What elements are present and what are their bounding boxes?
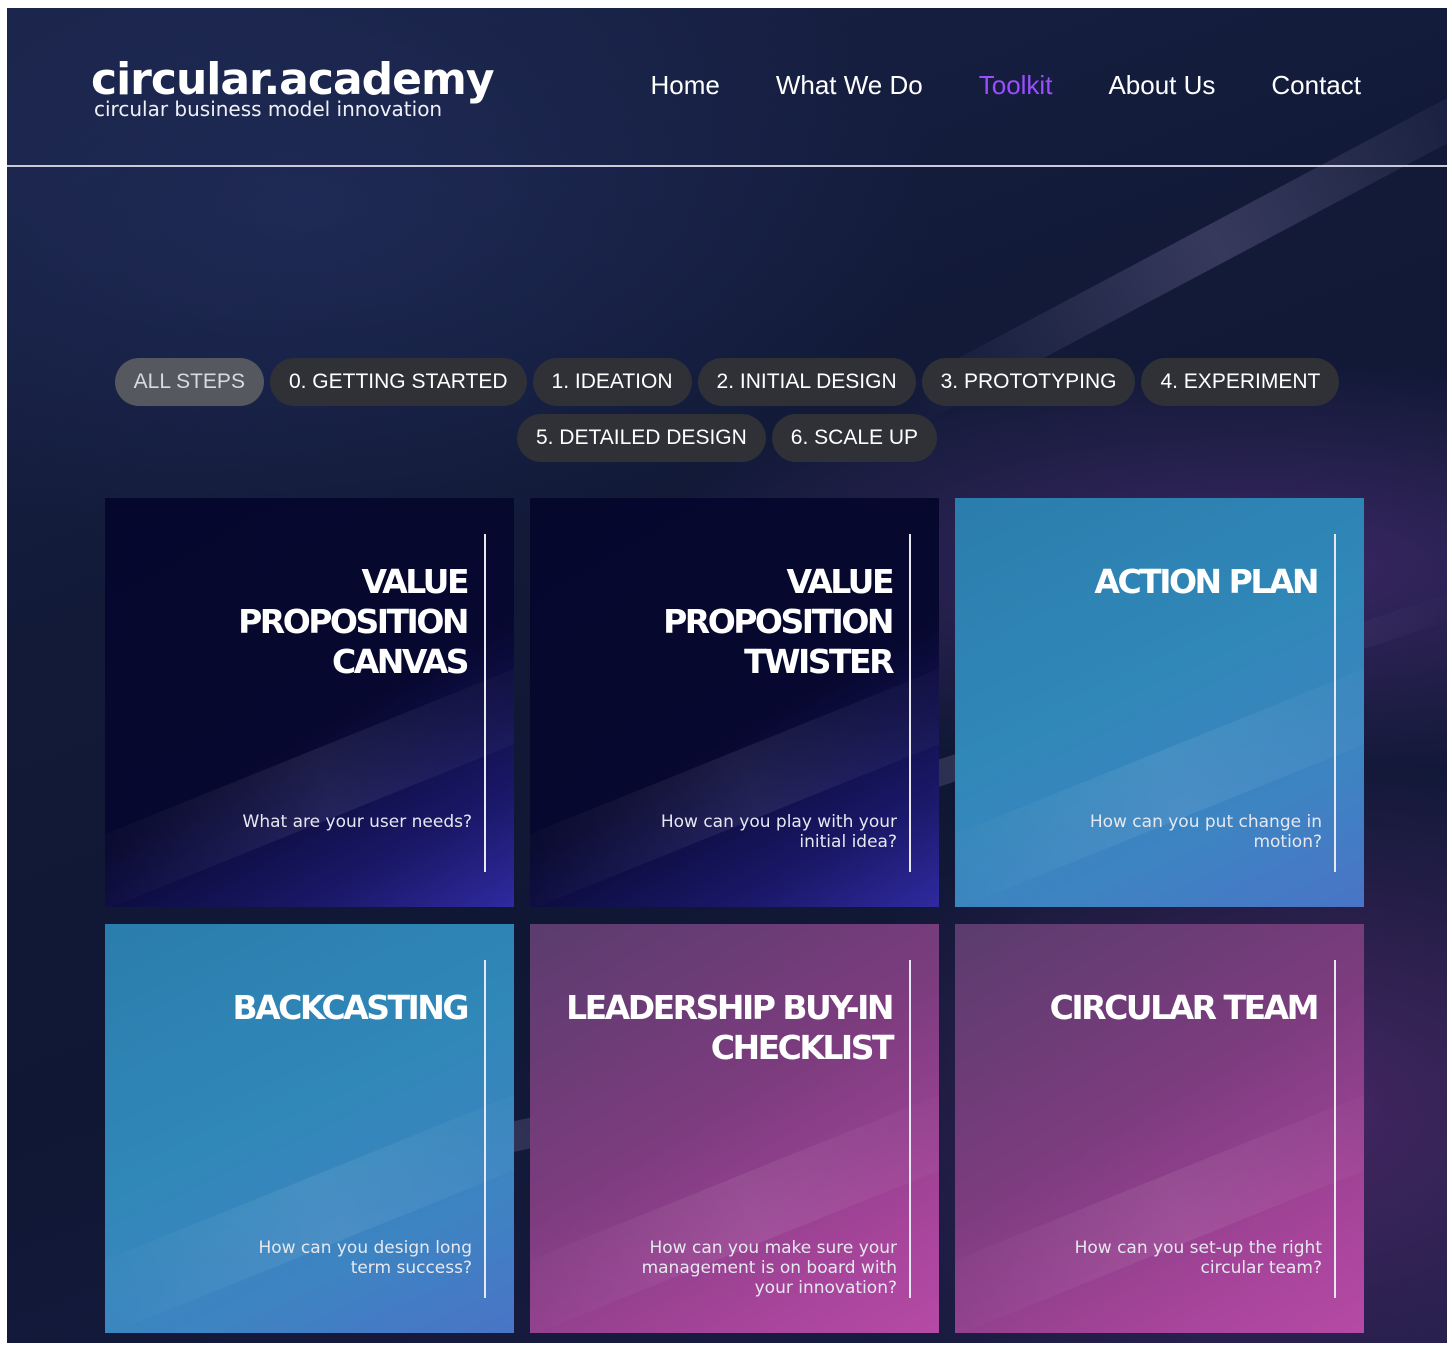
card-description: How can you make sure your management is…	[641, 1238, 897, 1298]
card-description: What are your user needs?	[242, 812, 472, 832]
card-title-line: LEADERSHIP BUY-IN	[566, 988, 894, 1027]
tool-card-backcasting[interactable]: BACKCASTING How can you design long term…	[105, 924, 514, 1333]
card-divider	[909, 534, 911, 872]
filter-row: 5. DETAILED DESIGN 6. SCALE UP	[516, 414, 938, 462]
card-sheen	[955, 645, 1364, 907]
card-title: BACKCASTING	[127, 988, 469, 1028]
nav-what-we-do[interactable]: What We Do	[776, 70, 923, 101]
filter-scale-up[interactable]: 6. SCALE UP	[771, 414, 938, 462]
nav-home[interactable]: Home	[650, 70, 719, 101]
filter-detailed-design[interactable]: 5. DETAILED DESIGN	[516, 414, 766, 462]
nav-toolkit[interactable]: Toolkit	[979, 70, 1053, 101]
card-title: VALUE PROPOSITION TWISTER	[552, 562, 894, 682]
tool-card-value-proposition-canvas[interactable]: VALUE PROPOSITION CANVAS What are your u…	[105, 498, 514, 907]
card-title: CIRCULAR TEAM	[977, 988, 1320, 1028]
nav-contact[interactable]: Contact	[1271, 70, 1361, 101]
card-description: How can you design long term success?	[258, 1238, 472, 1278]
card-divider	[1334, 960, 1336, 1298]
card-sheen	[105, 645, 514, 907]
card-sheen	[105, 1071, 514, 1333]
tool-card-value-proposition-twister[interactable]: VALUE PROPOSITION TWISTER How can you pl…	[530, 498, 939, 907]
card-title: LEADERSHIP BUY-IN CHECKLIST	[552, 988, 895, 1068]
card-title-line: CANVAS	[332, 642, 469, 681]
card-title-line: CHECKLIST	[710, 1028, 895, 1067]
card-title-line: ACTION PLAN	[1094, 562, 1319, 601]
logo-tagline: circular business model innovation	[94, 97, 443, 121]
filter-prototyping[interactable]: 3. PROTOTYPING	[921, 358, 1136, 406]
site-header: circular.academy circular business model…	[7, 8, 1447, 167]
nav-about-us[interactable]: About Us	[1108, 70, 1215, 101]
card-description: How can you put change in motion?	[1089, 812, 1322, 852]
filter-all-steps[interactable]: ALL STEPS	[114, 358, 264, 406]
filter-ideation[interactable]: 1. IDEATION	[532, 358, 692, 406]
card-title: ACTION PLAN	[977, 562, 1319, 602]
tool-card-leadership-buy-in-checklist[interactable]: LEADERSHIP BUY-IN CHECKLIST How can you …	[530, 924, 939, 1333]
tool-card-circular-team[interactable]: CIRCULAR TEAM How can you set-up the rig…	[955, 924, 1364, 1333]
card-title-line: CIRCULAR TEAM	[1049, 988, 1320, 1027]
card-description: How can you set-up the right circular te…	[1074, 1238, 1322, 1278]
site-logo[interactable]: circular.academy circular business model…	[91, 56, 495, 121]
filter-initial-design[interactable]: 2. INITIAL DESIGN	[697, 358, 916, 406]
card-description: How can you play with your initial idea?	[660, 812, 897, 852]
step-filters: ALL STEPS 0. GETTING STARTED 1. IDEATION…	[7, 358, 1447, 462]
main-nav: Home What We Do Toolkit About Us Contact	[650, 70, 1361, 101]
card-title: VALUE PROPOSITION CANVAS	[127, 562, 469, 682]
card-sheen	[955, 1071, 1364, 1333]
card-title-line: TWISTER	[744, 642, 894, 681]
card-title-line: BACKCASTING	[232, 988, 469, 1027]
card-divider	[909, 960, 911, 1298]
filter-row: ALL STEPS 0. GETTING STARTED 1. IDEATION…	[114, 358, 1340, 406]
card-divider	[1334, 534, 1336, 872]
toolkit-grid: VALUE PROPOSITION CANVAS What are your u…	[105, 498, 1364, 1333]
card-divider	[484, 534, 486, 872]
filter-experiment[interactable]: 4. EXPERIMENT	[1141, 358, 1340, 406]
card-divider	[484, 960, 486, 1298]
card-sheen	[530, 645, 939, 907]
filter-getting-started[interactable]: 0. GETTING STARTED	[269, 358, 527, 406]
card-title-line: VALUE PROPOSITION	[238, 562, 469, 641]
card-title-line: VALUE PROPOSITION	[663, 562, 894, 641]
page: circular.academy circular business model…	[7, 8, 1447, 1343]
tool-card-action-plan[interactable]: ACTION PLAN How can you put change in mo…	[955, 498, 1364, 907]
